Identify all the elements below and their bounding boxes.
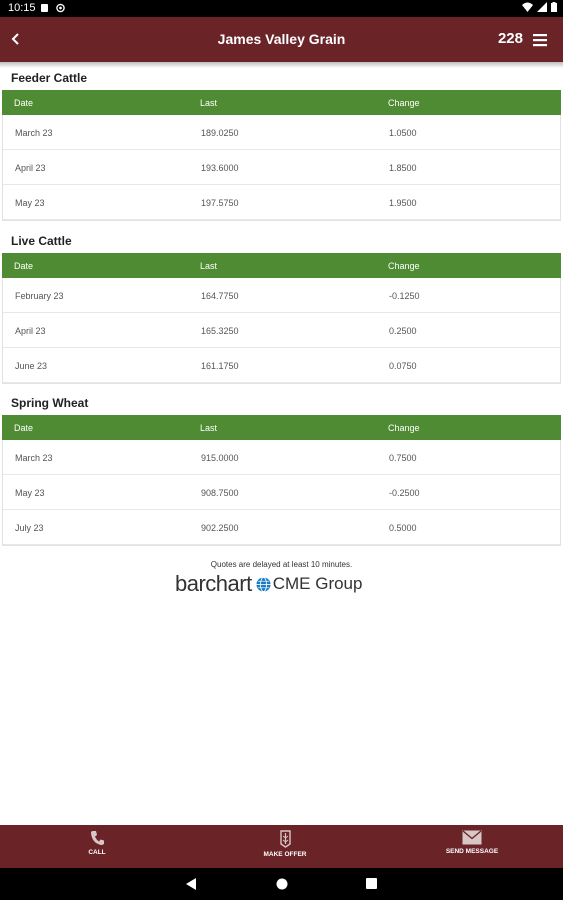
table-row: July 23 902.2500 0.5000 <box>3 510 560 545</box>
cell-last: 189.0250 <box>201 128 239 138</box>
make-offer-label: MAKE OFFER <box>263 851 307 858</box>
table-row: May 23 197.5750 1.9500 <box>3 185 560 220</box>
cell-last: 902.2500 <box>201 523 239 533</box>
quotes-table: Date Last Change February 23 164.7750 -0… <box>2 253 561 384</box>
table-row: April 23 193.6000 1.8500 <box>3 150 560 185</box>
cell-change: 0.5000 <box>389 523 417 533</box>
cell-date: March 23 <box>15 453 53 463</box>
table-row: June 23 161.1750 0.0750 <box>3 348 560 383</box>
section-title: Live Cattle <box>11 234 72 248</box>
cell-last: 193.6000 <box>201 163 239 173</box>
cell-last: 915.0000 <box>201 453 239 463</box>
send-message-label: SEND MESSAGE <box>445 848 499 855</box>
header-change: Change <box>388 98 420 108</box>
nav-home-icon[interactable] <box>276 878 288 890</box>
cme-logo: CME Group <box>256 574 363 594</box>
cell-date: February 23 <box>15 291 64 301</box>
header-last: Last <box>200 261 218 271</box>
cme-logo-text: CME Group <box>272 574 363 593</box>
header-last: Last <box>200 98 218 108</box>
cell-last: 908.7500 <box>201 488 239 498</box>
nav-back-icon[interactable] <box>186 878 197 890</box>
header-date: Date <box>14 423 34 433</box>
cell-date: March 23 <box>15 128 53 138</box>
section-title: Feeder Cattle <box>11 71 88 85</box>
cell-change: -0.1250 <box>389 291 420 301</box>
at-icon <box>56 3 65 13</box>
header-change: Change <box>388 423 420 433</box>
phone-icon <box>90 831 104 845</box>
battery-icon <box>551 2 557 12</box>
quotes-table: Date Last Change March 23 189.0250 1.050… <box>2 90 561 221</box>
table-header: Date Last Change <box>2 253 561 278</box>
wifi-icon <box>522 2 533 12</box>
provider-logos: barchart CME Group <box>175 571 362 597</box>
notification-icon <box>41 4 48 12</box>
table-row: April 23 165.3250 0.2500 <box>3 313 560 348</box>
app-bar-shadow <box>0 62 563 68</box>
cell-last: 161.1750 <box>201 361 239 371</box>
cell-date: April 23 <box>15 326 46 336</box>
status-bar: 10:15 <box>0 0 563 17</box>
header-change: Change <box>388 261 420 271</box>
delay-note: Quotes are delayed at least 10 minutes. <box>210 560 353 569</box>
cell-change: 0.2500 <box>389 326 417 336</box>
call-button[interactable]: CALL <box>72 825 122 868</box>
cell-change: 1.9500 <box>389 198 417 208</box>
offer-icon <box>279 830 291 848</box>
header-last: Last <box>200 423 218 433</box>
table-row: March 23 915.0000 0.7500 <box>3 440 560 475</box>
send-message-button[interactable]: SEND MESSAGE <box>440 825 504 868</box>
cell-change: 1.8500 <box>389 163 417 173</box>
header-date: Date <box>14 261 34 271</box>
menu-icon[interactable] <box>533 33 547 47</box>
cell-last: 197.5750 <box>201 198 239 208</box>
cell-date: May 23 <box>15 488 45 498</box>
cell-change: 0.0750 <box>389 361 417 371</box>
cell-date: July 23 <box>15 523 44 533</box>
cell-last: 165.3250 <box>201 326 239 336</box>
table-row: February 23 164.7750 -0.1250 <box>3 278 560 313</box>
cell-date: May 23 <box>15 198 45 208</box>
cell-last: 164.7750 <box>201 291 239 301</box>
mail-icon <box>462 830 482 845</box>
bottom-action-bar: CALL MAKE OFFER SEND MESSAGE <box>0 825 563 868</box>
cell-date: April 23 <box>15 163 46 173</box>
table-row: March 23 189.0250 1.0500 <box>3 115 560 150</box>
nav-recents-icon[interactable] <box>366 878 377 889</box>
cell-date: June 23 <box>15 361 48 371</box>
app-bar: James Valley Grain 228 <box>0 17 563 62</box>
cell-change: 0.7500 <box>389 453 417 463</box>
page-title: James Valley Grain <box>217 31 346 47</box>
table-row: May 23 908.7500 -0.2500 <box>3 475 560 510</box>
cell-change: -0.2500 <box>389 488 420 498</box>
notification-count[interactable]: 228 <box>498 30 523 47</box>
signal-icon <box>537 2 547 12</box>
header-date: Date <box>14 98 34 108</box>
status-time: 10:15 <box>8 2 36 14</box>
section-title: Spring Wheat <box>11 396 89 410</box>
cell-change: 1.0500 <box>389 128 417 138</box>
barchart-logo: barchart <box>175 571 252 596</box>
call-label: CALL <box>88 849 106 856</box>
table-header: Date Last Change <box>2 415 561 440</box>
table-header: Date Last Change <box>2 90 561 115</box>
quotes-table: Date Last Change March 23 915.0000 0.750… <box>2 415 561 546</box>
system-nav-bar <box>0 868 563 900</box>
globe-icon <box>256 576 271 592</box>
make-offer-button[interactable]: MAKE OFFER <box>255 825 315 868</box>
